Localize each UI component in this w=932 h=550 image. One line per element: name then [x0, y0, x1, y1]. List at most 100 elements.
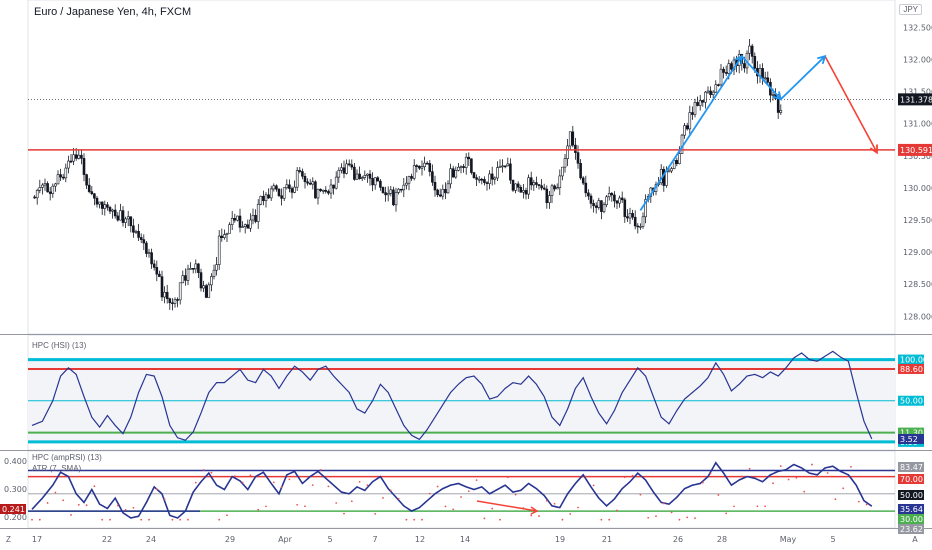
- hsi-level-label: 50.00: [900, 397, 923, 406]
- candle-body: [766, 77, 770, 83]
- candle-body: [150, 252, 153, 265]
- atr-dot: [343, 512, 345, 515]
- candle-body: [285, 184, 289, 189]
- candle-body: [607, 193, 611, 198]
- atr-dot: [54, 491, 57, 494]
- atr-dot: [70, 514, 72, 516]
- y-tick-label: 132.500: [903, 23, 932, 32]
- candle-body: [38, 187, 42, 191]
- candle-body: [545, 188, 549, 204]
- candle-body: [516, 183, 520, 188]
- candle-body: [363, 175, 367, 178]
- atr-dot: [397, 497, 400, 500]
- candle-body: [730, 63, 733, 70]
- candle-body: [251, 215, 255, 221]
- candle-body: [779, 110, 783, 113]
- price-chart[interactable]: 132.500132.000131.500131.000130.500130.0…: [0, 0, 932, 550]
- atr-dot: [46, 502, 49, 504]
- candle-body: [259, 196, 263, 205]
- candle-body: [220, 235, 224, 238]
- atr-dot: [826, 472, 829, 474]
- atr-dot: [803, 490, 806, 493]
- candle-body: [368, 173, 372, 179]
- candle-body: [319, 188, 322, 191]
- candle-body: [441, 189, 445, 197]
- atr-dot: [233, 475, 236, 477]
- candle-body: [61, 176, 65, 179]
- candle-body: [124, 218, 127, 223]
- x-tick-label: 28: [717, 535, 727, 544]
- candle-body: [69, 160, 73, 163]
- atr-dot: [101, 518, 104, 521]
- candle-body: [202, 285, 205, 289]
- candle-body: [553, 185, 556, 190]
- candle-body: [223, 234, 226, 238]
- atr-dot: [163, 498, 166, 501]
- atr-dot: [670, 511, 673, 514]
- candle-body: [529, 177, 533, 186]
- currency-badge[interactable]: JPY: [899, 4, 922, 15]
- candle-body: [48, 191, 52, 194]
- candle-body: [238, 215, 242, 228]
- atr-dot: [545, 499, 548, 502]
- candle-body: [384, 192, 387, 196]
- candle-body: [329, 184, 333, 194]
- atr-dot: [257, 508, 260, 511]
- candle-body: [490, 173, 494, 180]
- candle-body: [667, 170, 671, 173]
- atr-dot: [382, 497, 384, 499]
- y-tick-label: 128.500: [903, 280, 932, 289]
- candle-body: [197, 263, 200, 273]
- candle-body: [410, 176, 413, 179]
- atr-dot: [460, 496, 462, 498]
- candle-body: [129, 216, 133, 227]
- candle-body: [532, 182, 536, 186]
- atr-dot: [779, 465, 782, 467]
- candle-body: [711, 91, 715, 96]
- candle-body: [95, 197, 99, 205]
- candle-body: [724, 72, 728, 74]
- atr-dot: [249, 474, 252, 477]
- candle-body: [433, 181, 437, 191]
- hsi-last-label: 3.52: [900, 435, 918, 444]
- candle-body: [145, 242, 148, 254]
- atr-dot: [124, 509, 127, 511]
- candle-body: [113, 209, 117, 217]
- candle-body: [615, 200, 619, 204]
- x-tick-label: 19: [555, 535, 565, 544]
- candle-body: [514, 183, 517, 191]
- candle-body: [256, 203, 260, 222]
- candle-body: [35, 190, 39, 199]
- candle-body: [194, 263, 198, 270]
- candle-body: [506, 163, 510, 167]
- candle-body: [698, 100, 702, 106]
- candle-body: [308, 182, 312, 185]
- candle-body: [589, 195, 593, 204]
- candle-body: [685, 125, 689, 130]
- candle-body: [753, 56, 757, 69]
- amprsi-level-label: 35.64: [900, 505, 923, 514]
- candle-body: [431, 171, 434, 183]
- candle-body: [412, 165, 416, 179]
- candle-body: [493, 177, 497, 180]
- candle-body: [446, 183, 450, 194]
- candle-body: [171, 302, 174, 305]
- candle-body: [636, 225, 640, 228]
- candle-body: [457, 166, 460, 171]
- atr-dot: [662, 502, 665, 505]
- zoom-toggle-icon[interactable]: Z: [6, 535, 11, 544]
- candle-body: [324, 189, 328, 192]
- candle-body: [142, 239, 146, 244]
- candle-body: [485, 182, 489, 184]
- candle-body: [418, 165, 421, 169]
- candle-body: [761, 68, 764, 79]
- candle-body: [501, 165, 504, 168]
- candle-body: [243, 224, 247, 227]
- candle-body: [210, 276, 213, 286]
- candle-body: [563, 158, 567, 168]
- candle-body: [212, 269, 216, 277]
- atr-dot: [421, 518, 423, 521]
- atr-dot: [85, 504, 88, 507]
- atr-dot: [748, 467, 751, 470]
- candle-body: [282, 187, 286, 199]
